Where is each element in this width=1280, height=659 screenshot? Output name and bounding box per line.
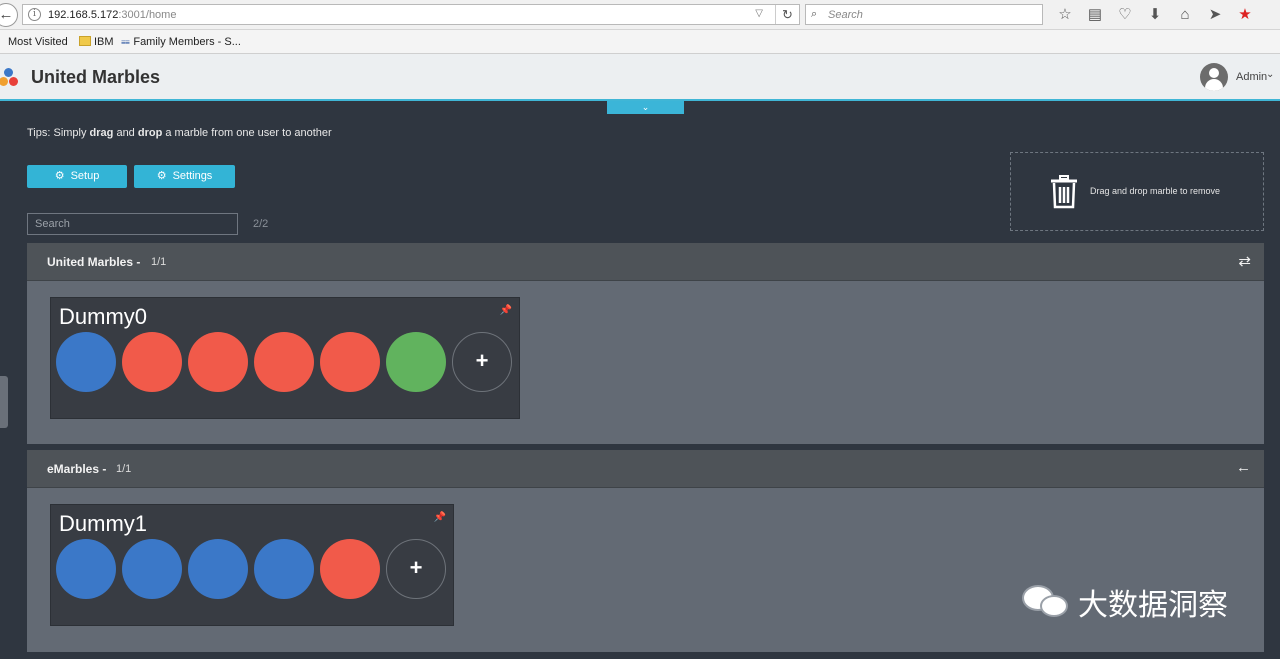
settings-label: Settings: [172, 170, 213, 182]
home-icon[interactable]: ⌂: [1170, 5, 1200, 25]
url-path: :3001/home: [118, 9, 177, 21]
gear-icon: ⚙: [156, 170, 167, 182]
tips-suffix: a marble from one user to another: [162, 127, 332, 139]
tips-drop: drop: [137, 127, 163, 139]
back-arrow-icon[interactable]: ←: [0, 3, 18, 27]
settings-button[interactable]: ⚙ Settings: [134, 165, 235, 188]
wechat-logo-icon: [1022, 581, 1072, 623]
trash-drop-zone[interactable]: Drag and drop marble to remove: [1010, 152, 1264, 231]
marble-blue[interactable]: [56, 539, 116, 599]
reload-icon[interactable]: ↻: [775, 5, 799, 24]
user-count: 2/2: [253, 218, 269, 230]
send-icon[interactable]: ➤: [1200, 5, 1230, 25]
company-name-text: United Marbles: [47, 255, 134, 269]
pin-icon[interactable]: 📌: [434, 512, 446, 523]
browser-toolbar: ← i 192.168.5.172:3001/home ▽ ↻ ⌕ Search…: [0, 0, 1280, 30]
bookmark-star-icon[interactable]: ☆: [1050, 5, 1080, 25]
user-card-dummy0[interactable]: Dummy0 📌 +: [50, 297, 520, 419]
extension-star-icon[interactable]: ★: [1230, 5, 1260, 25]
tips-text: Tips: Simply drag and drop a marble from…: [27, 127, 332, 139]
company-count: 1/1: [151, 256, 167, 268]
trash-text: Drag and drop marble to remove: [1090, 186, 1221, 196]
bookmarks-toolbar: Most Visited IBM ≡≡ Family Members - S...: [0, 30, 1280, 54]
bookmark-ibm-label: IBM: [94, 36, 114, 48]
bookmark-family-label: Family Members - S...: [133, 36, 241, 48]
watermark: 大数据洞察: [1022, 580, 1228, 624]
admin-label[interactable]: Admin: [1236, 71, 1267, 83]
browser-toolbar-icons: ☆ ▤ ♡ ⬇ ⌂ ➤ ★: [1050, 5, 1260, 25]
info-icon[interactable]: i: [28, 8, 41, 21]
setup-label: Setup: [70, 170, 100, 182]
marble-blue[interactable]: [188, 539, 248, 599]
user-name: Dummy1: [59, 511, 148, 536]
marble-blue[interactable]: [56, 332, 116, 392]
company-panel-united-marbles: United Marbles - 1/1 ⇄ Dummy0 📌 +: [27, 243, 1264, 444]
company-header: eMarbles - 1/1 ←: [27, 450, 1264, 488]
bookmark-ibm[interactable]: IBM: [79, 36, 114, 48]
company-name: eMarbles -: [47, 462, 107, 476]
marbles-logo-icon: [0, 66, 22, 90]
chevron-down-icon[interactable]: ⌄: [1266, 69, 1274, 80]
user-name: Dummy0: [59, 304, 148, 329]
marble-red[interactable]: [188, 332, 248, 392]
add-marble-button[interactable]: +: [386, 539, 446, 599]
company-header: United Marbles - 1/1 ⇄: [27, 243, 1264, 281]
folder-icon: [79, 36, 91, 46]
url-host: 192.168.5.172: [48, 9, 119, 21]
browser-search-placeholder: Search: [828, 9, 863, 21]
marble-blue[interactable]: [254, 539, 314, 599]
marble-red[interactable]: [122, 332, 182, 392]
company-name: United Marbles -: [47, 255, 141, 269]
user-avatar-icon[interactable]: [1200, 63, 1228, 91]
side-panel-handle[interactable]: [0, 376, 8, 428]
add-marble-button[interactable]: +: [452, 332, 512, 392]
watermark-text: 大数据洞察: [1078, 588, 1228, 623]
trash-icon: [1051, 175, 1077, 209]
user-card-dummy1[interactable]: Dummy1 📌 +: [50, 504, 454, 626]
app-header: United Marbles Admin ⌄: [0, 54, 1280, 101]
bookmark-most-visited[interactable]: Most Visited: [8, 36, 68, 48]
marble-blue[interactable]: [122, 539, 182, 599]
search-icon: ⌕: [811, 8, 818, 20]
download-icon[interactable]: ⬇: [1140, 5, 1170, 25]
search-input[interactable]: [27, 213, 238, 235]
ibm-logo-icon: ≡≡: [121, 38, 130, 47]
company-name-text: eMarbles: [47, 462, 100, 476]
cogs-icon: ⚙: [54, 170, 65, 182]
setup-button[interactable]: ⚙ Setup: [27, 165, 127, 188]
marble-red[interactable]: [320, 539, 380, 599]
browser-search-bar[interactable]: ⌕ Search: [805, 4, 1043, 25]
tips-and: and: [113, 127, 138, 139]
pin-icon[interactable]: 📌: [500, 305, 512, 316]
url-text: 192.168.5.172:3001/home: [48, 9, 176, 21]
marble-red[interactable]: [254, 332, 314, 392]
url-dropdown-icon[interactable]: ▽: [755, 8, 763, 19]
marble-green[interactable]: [386, 332, 446, 392]
tips-drag: drag: [89, 127, 114, 139]
pocket-icon[interactable]: ♡: [1110, 5, 1140, 25]
tips-prefix: Tips: Simply: [27, 127, 90, 139]
app-title: United Marbles: [31, 67, 161, 87]
marble-red[interactable]: [320, 332, 380, 392]
reading-list-icon[interactable]: ▤: [1080, 5, 1110, 25]
drawer-toggle-chevron-icon[interactable]: ⌄: [607, 101, 684, 114]
arrow-left-icon[interactable]: ←: [1236, 459, 1251, 476]
company-count: 1/1: [116, 463, 132, 475]
transfer-icon[interactable]: ⇄: [1238, 252, 1251, 270]
url-bar[interactable]: i 192.168.5.172:3001/home ▽ ↻: [22, 4, 800, 25]
bookmark-family-members[interactable]: ≡≡ Family Members - S...: [121, 36, 241, 48]
